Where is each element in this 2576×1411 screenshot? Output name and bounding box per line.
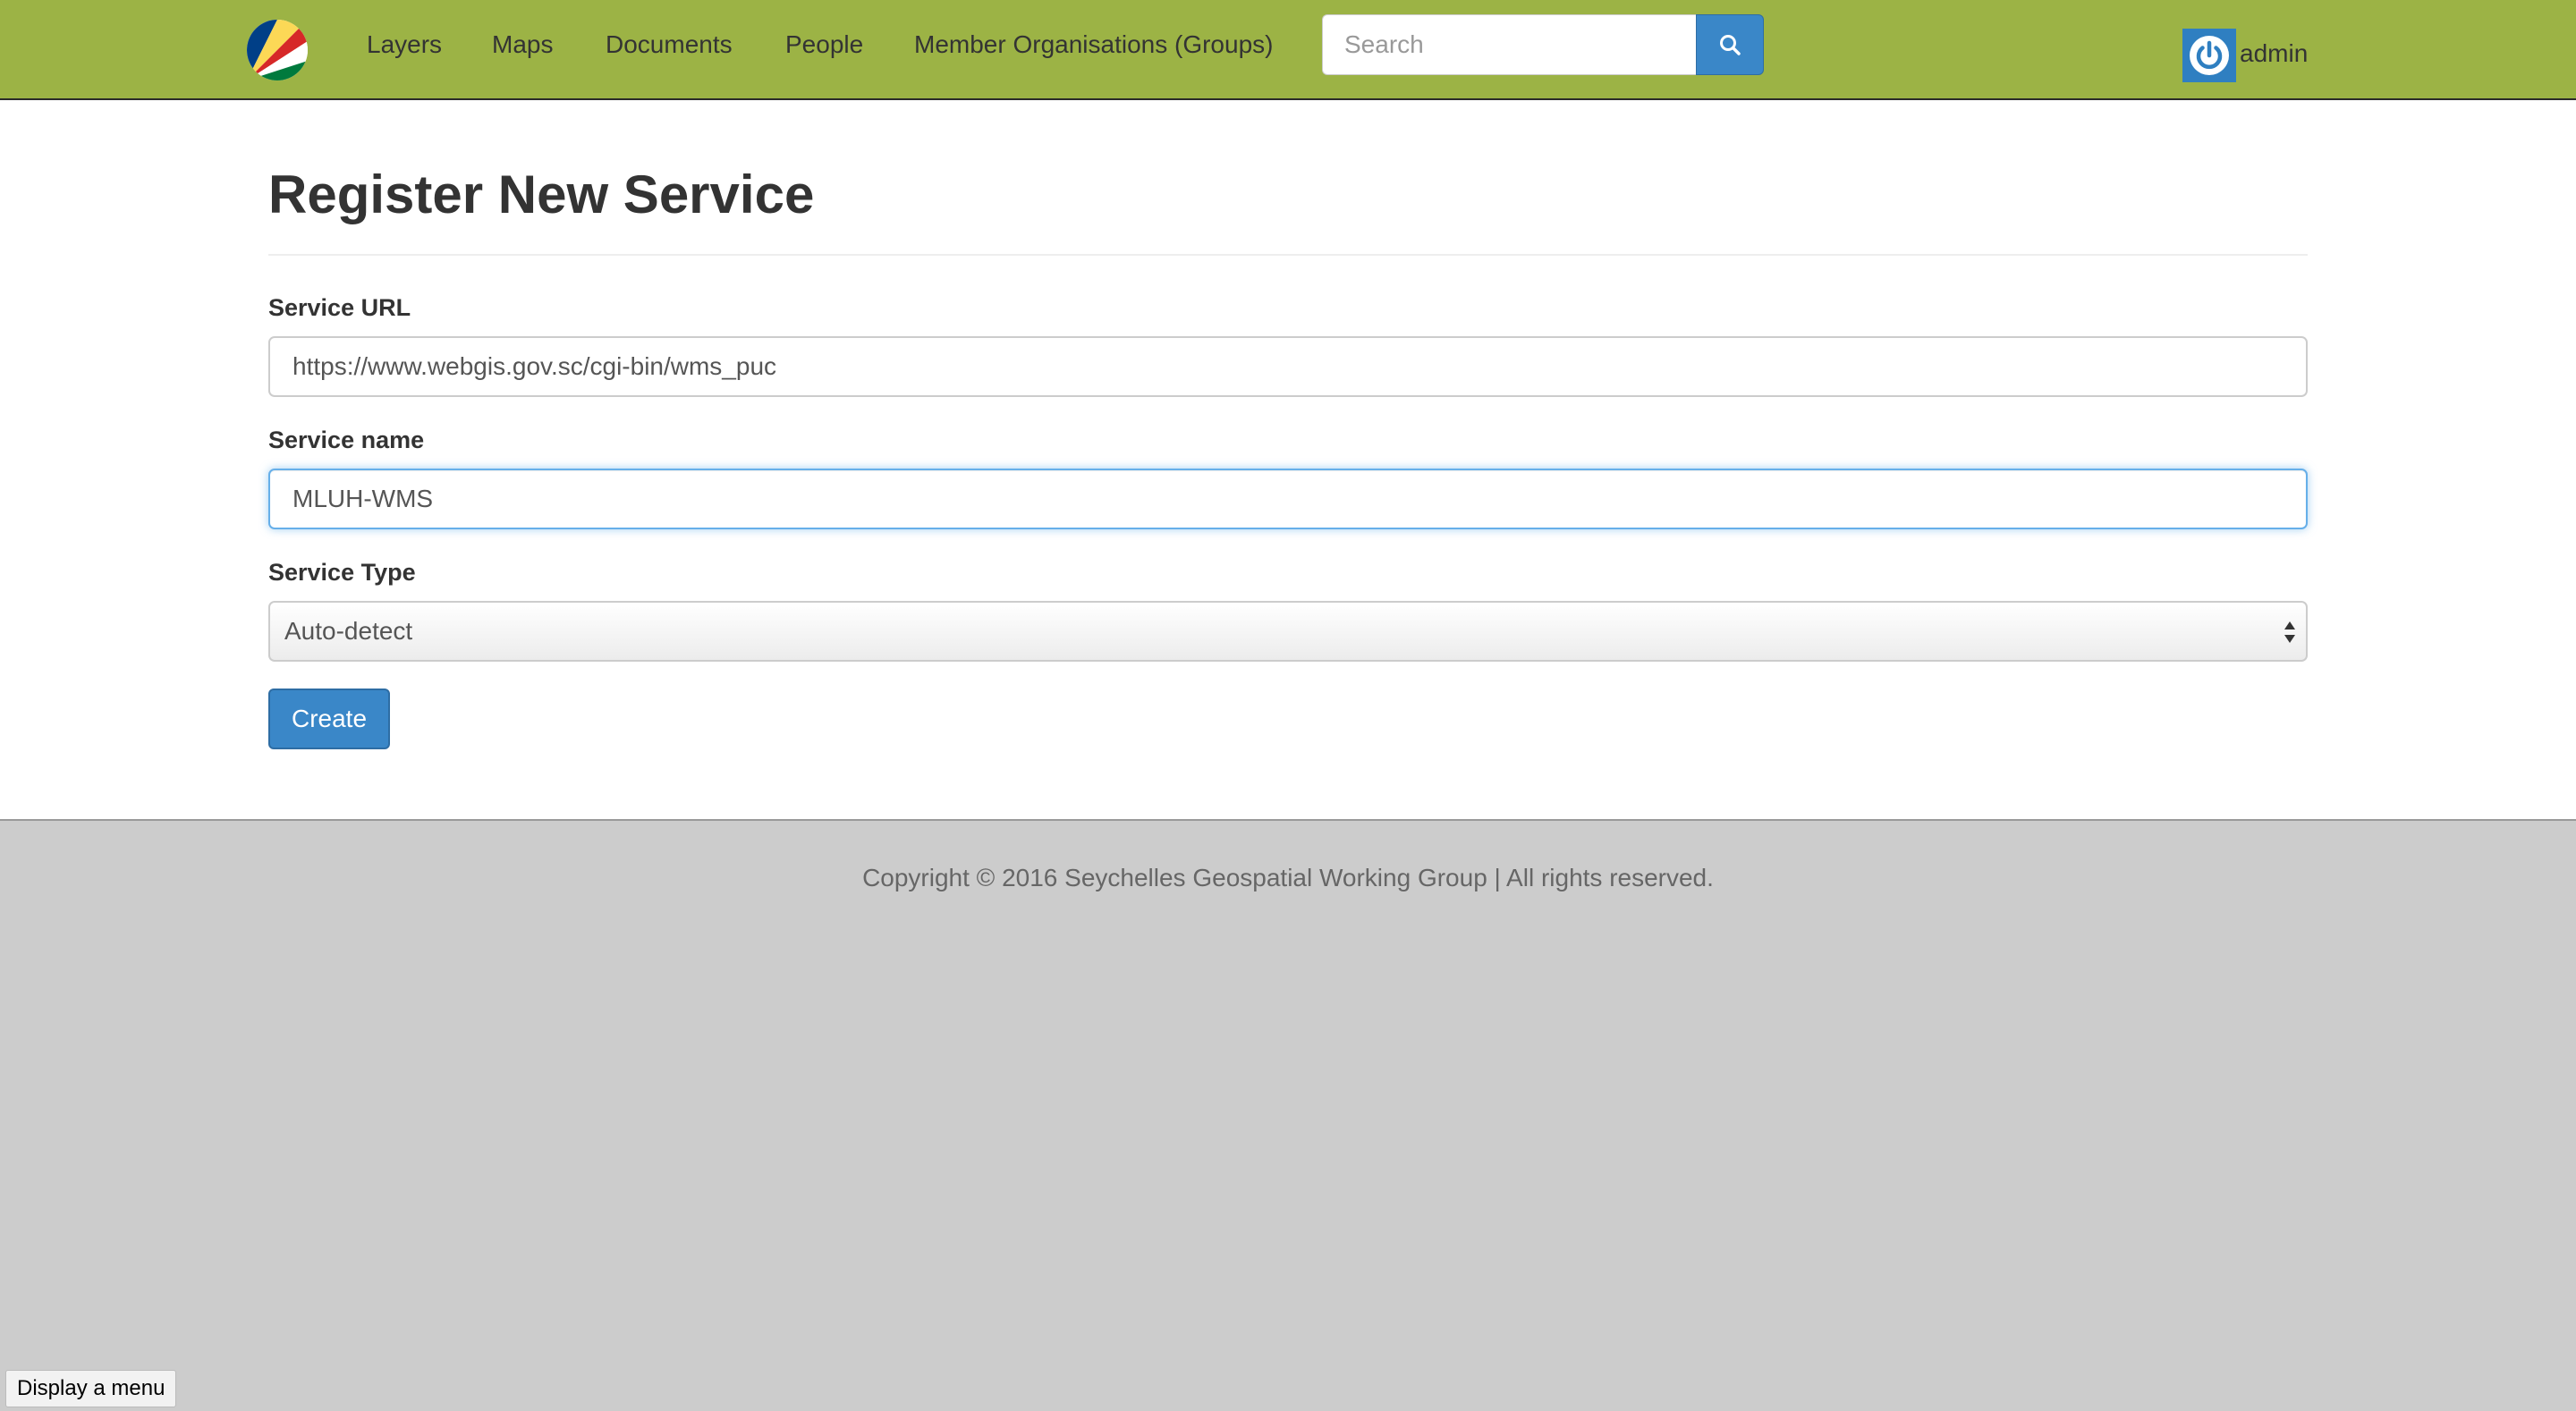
top-navbar: Layers Maps Documents People Member Orga…	[0, 0, 2576, 100]
nav-link-documents[interactable]: Documents	[606, 27, 733, 63]
user-menu-name[interactable]: admin	[2240, 36, 2308, 72]
service-name-input[interactable]	[268, 469, 2308, 529]
nav-link-member-organisations[interactable]: Member Organisations (Groups)	[914, 27, 1273, 63]
display-menu-tooltip[interactable]: Display a menu	[5, 1370, 177, 1407]
nav-link-people[interactable]: People	[785, 27, 863, 63]
page: Layers Maps Documents People Member Orga…	[0, 0, 2576, 1411]
service-name-label: Service name	[268, 427, 425, 453]
service-type-label: Service Type	[268, 559, 416, 586]
search-input[interactable]	[1322, 14, 1696, 75]
seychelles-flag-logo-icon[interactable]	[247, 20, 308, 80]
nav-link-maps[interactable]: Maps	[492, 27, 553, 63]
search-button[interactable]	[1696, 14, 1764, 75]
footer: Copyright © 2016 Seychelles Geospatial W…	[0, 819, 2576, 1411]
power-icon	[2190, 36, 2229, 75]
page-title: Register New Service	[268, 165, 815, 224]
service-url-label: Service URL	[268, 294, 411, 321]
select-arrows-icon	[2284, 621, 2295, 643]
user-avatar[interactable]	[2182, 29, 2236, 82]
title-divider	[268, 254, 2308, 256]
create-button[interactable]: Create	[268, 689, 390, 749]
service-type-selected-value: Auto-detect	[284, 617, 413, 645]
nav-link-layers[interactable]: Layers	[367, 27, 442, 63]
copyright-text: Copyright © 2016 Seychelles Geospatial W…	[862, 864, 1714, 891]
search-icon	[1720, 35, 1741, 55]
service-type-select[interactable]: Auto-detect	[268, 601, 2308, 662]
service-url-input[interactable]	[268, 336, 2308, 397]
